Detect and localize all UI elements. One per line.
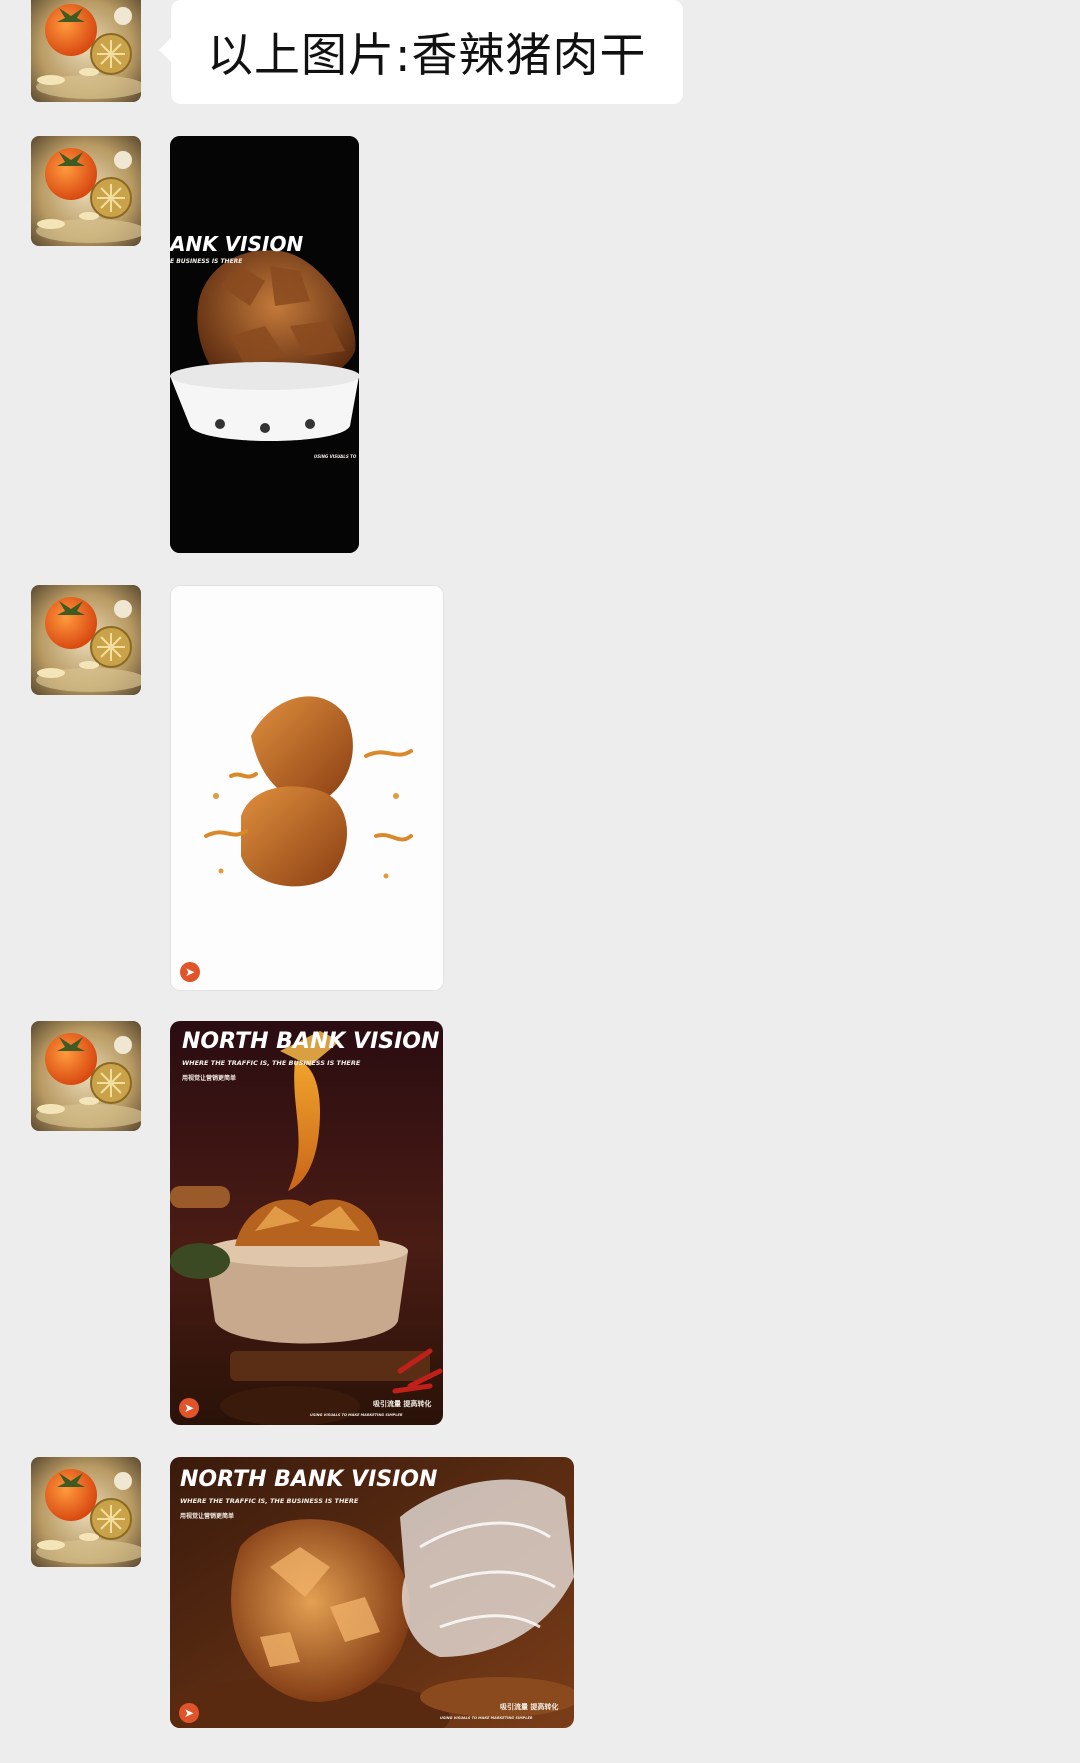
overlay-title: ANK VISION: [170, 232, 304, 256]
food-photo: [171, 586, 443, 990]
overlay-subtitle: WHERE THE TRAFFIC IS, THE BUSINESS IS TH…: [182, 1059, 361, 1067]
persimmon-avatar-icon: [31, 1457, 141, 1567]
image-thumbnail[interactable]: NORTH BANK VISION WHERE THE TRAFFIC IS, …: [170, 1021, 443, 1425]
persimmon-avatar-icon: [31, 1021, 141, 1131]
image-thumbnail[interactable]: NORTH BANK VISION WHERE THE TRAFFIC IS, …: [170, 1457, 574, 1728]
overlay-title: NORTH BANK VISION: [180, 1467, 438, 1492]
overlay-footer: USING VISUALS TO MAKE MARKETING SIMPLER: [310, 1413, 403, 1417]
play-arrow-icon: ➤: [179, 1703, 199, 1723]
persimmon-avatar-icon: [31, 0, 141, 102]
persimmon-avatar-icon: [31, 136, 141, 246]
overlay-slogan-footer: 吸引流量 提高转化: [373, 1400, 432, 1408]
overlay-footer: USING VISUALS TO MAKE MARKETING SIMPLER: [440, 1716, 533, 1720]
image-thumbnail[interactable]: ANK VISION E BUSINESS IS THERE USING VIS…: [170, 136, 359, 553]
overlay-footer: USING VISUALS TO: [314, 454, 357, 459]
play-arrow-icon: ➤: [180, 962, 200, 982]
overlay-slogan-footer: 吸引流量 提高转化: [500, 1703, 559, 1711]
message-bubble[interactable]: 以上图片:香辣猪肉干: [159, 0, 683, 104]
sender-avatar[interactable]: [31, 0, 141, 102]
food-photo: [170, 136, 359, 553]
sender-avatar[interactable]: [31, 585, 141, 695]
overlay-subtitle: WHERE THE TRAFFIC IS, THE BUSINESS IS TH…: [180, 1497, 359, 1505]
overlay-subtitle: E BUSINESS IS THERE: [170, 258, 243, 265]
overlay-slogan: 用视觉让营销更简单: [182, 1075, 237, 1082]
persimmon-avatar-icon: [31, 585, 141, 695]
sender-avatar[interactable]: [31, 136, 141, 246]
overlay-title: NORTH BANK VISION: [182, 1029, 440, 1054]
message-text: 以上图片:香辣猪肉干: [207, 28, 647, 82]
image-thumbnail[interactable]: ➤: [170, 585, 444, 991]
play-arrow-icon: ➤: [179, 1398, 199, 1418]
sender-avatar[interactable]: [31, 1021, 141, 1131]
overlay-slogan: 用视觉让营销更简单: [180, 1513, 235, 1520]
sender-avatar[interactable]: [31, 1457, 141, 1567]
